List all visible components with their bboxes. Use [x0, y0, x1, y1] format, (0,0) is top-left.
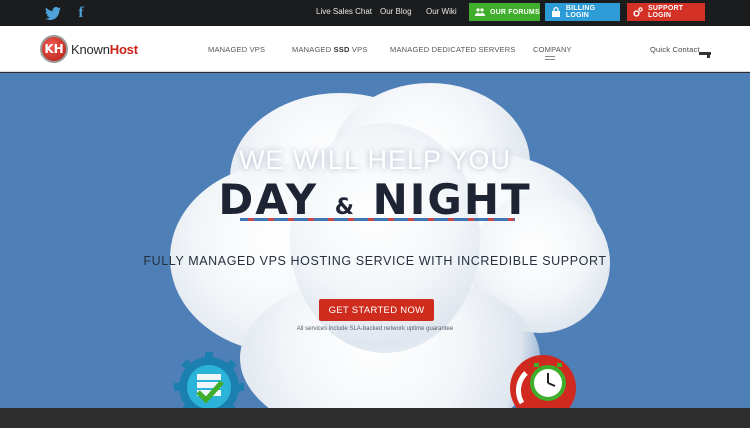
quick-contact-link[interactable]: Quick Contact: [650, 45, 700, 54]
sla-disclaimer: All services include SLA-backed network …: [296, 326, 454, 332]
lock-icon: [551, 7, 561, 17]
users-icon: [475, 7, 485, 17]
nav-managed-dedicated-servers[interactable]: MANAGED DEDICATED SERVERS: [390, 45, 516, 54]
logo-known: Known: [71, 41, 110, 57]
top-bar: f Live Sales Chat Our Blog Our Wiki OUR …: [0, 0, 750, 26]
hero-banner: WE WILL HELP YOU DAY & NIGHT FULLY MANAG…: [0, 73, 750, 408]
hero-ampersand: &: [334, 195, 356, 220]
billing-login-label: BILLING LOGIN: [565, 5, 596, 19]
hero-day: DAY: [218, 175, 319, 224]
our-wiki-link[interactable]: Our Wiki: [426, 7, 457, 16]
main-navigation: KH KnownHost MANAGED VPS MANAGED SSD VPS…: [0, 26, 750, 72]
support-login-button[interactable]: SUPPORT LOGIN: [627, 3, 705, 21]
get-started-button[interactable]: GET STARTED NOW: [319, 299, 434, 321]
gears-icon: [633, 7, 643, 17]
nav-ssd-pre: MANAGED: [292, 45, 334, 54]
billing-login-button[interactable]: BILLING LOGIN: [545, 3, 620, 21]
live-sales-chat-link[interactable]: Live Sales Chat: [316, 7, 372, 16]
our-blog-link[interactable]: Our Blog: [380, 7, 412, 16]
hero-night: NIGHT: [372, 175, 532, 224]
company-dropdown-icon: [545, 56, 555, 60]
logo-text: KnownHost: [71, 42, 138, 57]
hero-headline-main: DAY & NIGHT: [0, 175, 750, 224]
bottom-strip: [0, 408, 750, 428]
hero-subtitle: FULLY MANAGED VPS HOSTING SERVICE WITH I…: [143, 254, 607, 268]
our-forums-label: OUR FORUMS: [490, 8, 540, 16]
logo-host: Host: [109, 41, 138, 57]
nav-managed-vps[interactable]: MANAGED VPS: [208, 45, 265, 54]
hero-headline-top: WE WILL HELP YOU: [238, 145, 512, 175]
nav-company[interactable]: COMPANY: [533, 45, 572, 54]
twitter-icon[interactable]: [44, 4, 62, 22]
nav-managed-ssd-vps[interactable]: MANAGED SSD VPS: [292, 45, 368, 54]
facebook-icon[interactable]: f: [72, 4, 90, 22]
our-forums-button[interactable]: OUR FORUMS: [469, 3, 540, 21]
support-login-label: SUPPORT LOGIN: [648, 5, 684, 19]
nav-ssd-bold: SSD: [333, 45, 350, 54]
logo-badge: KH: [40, 35, 68, 63]
phone-icon[interactable]: [699, 45, 711, 58]
knownhost-logo[interactable]: KH KnownHost: [40, 35, 138, 63]
nav-ssd-post: VPS: [349, 45, 368, 54]
headline-underline: [240, 218, 515, 221]
